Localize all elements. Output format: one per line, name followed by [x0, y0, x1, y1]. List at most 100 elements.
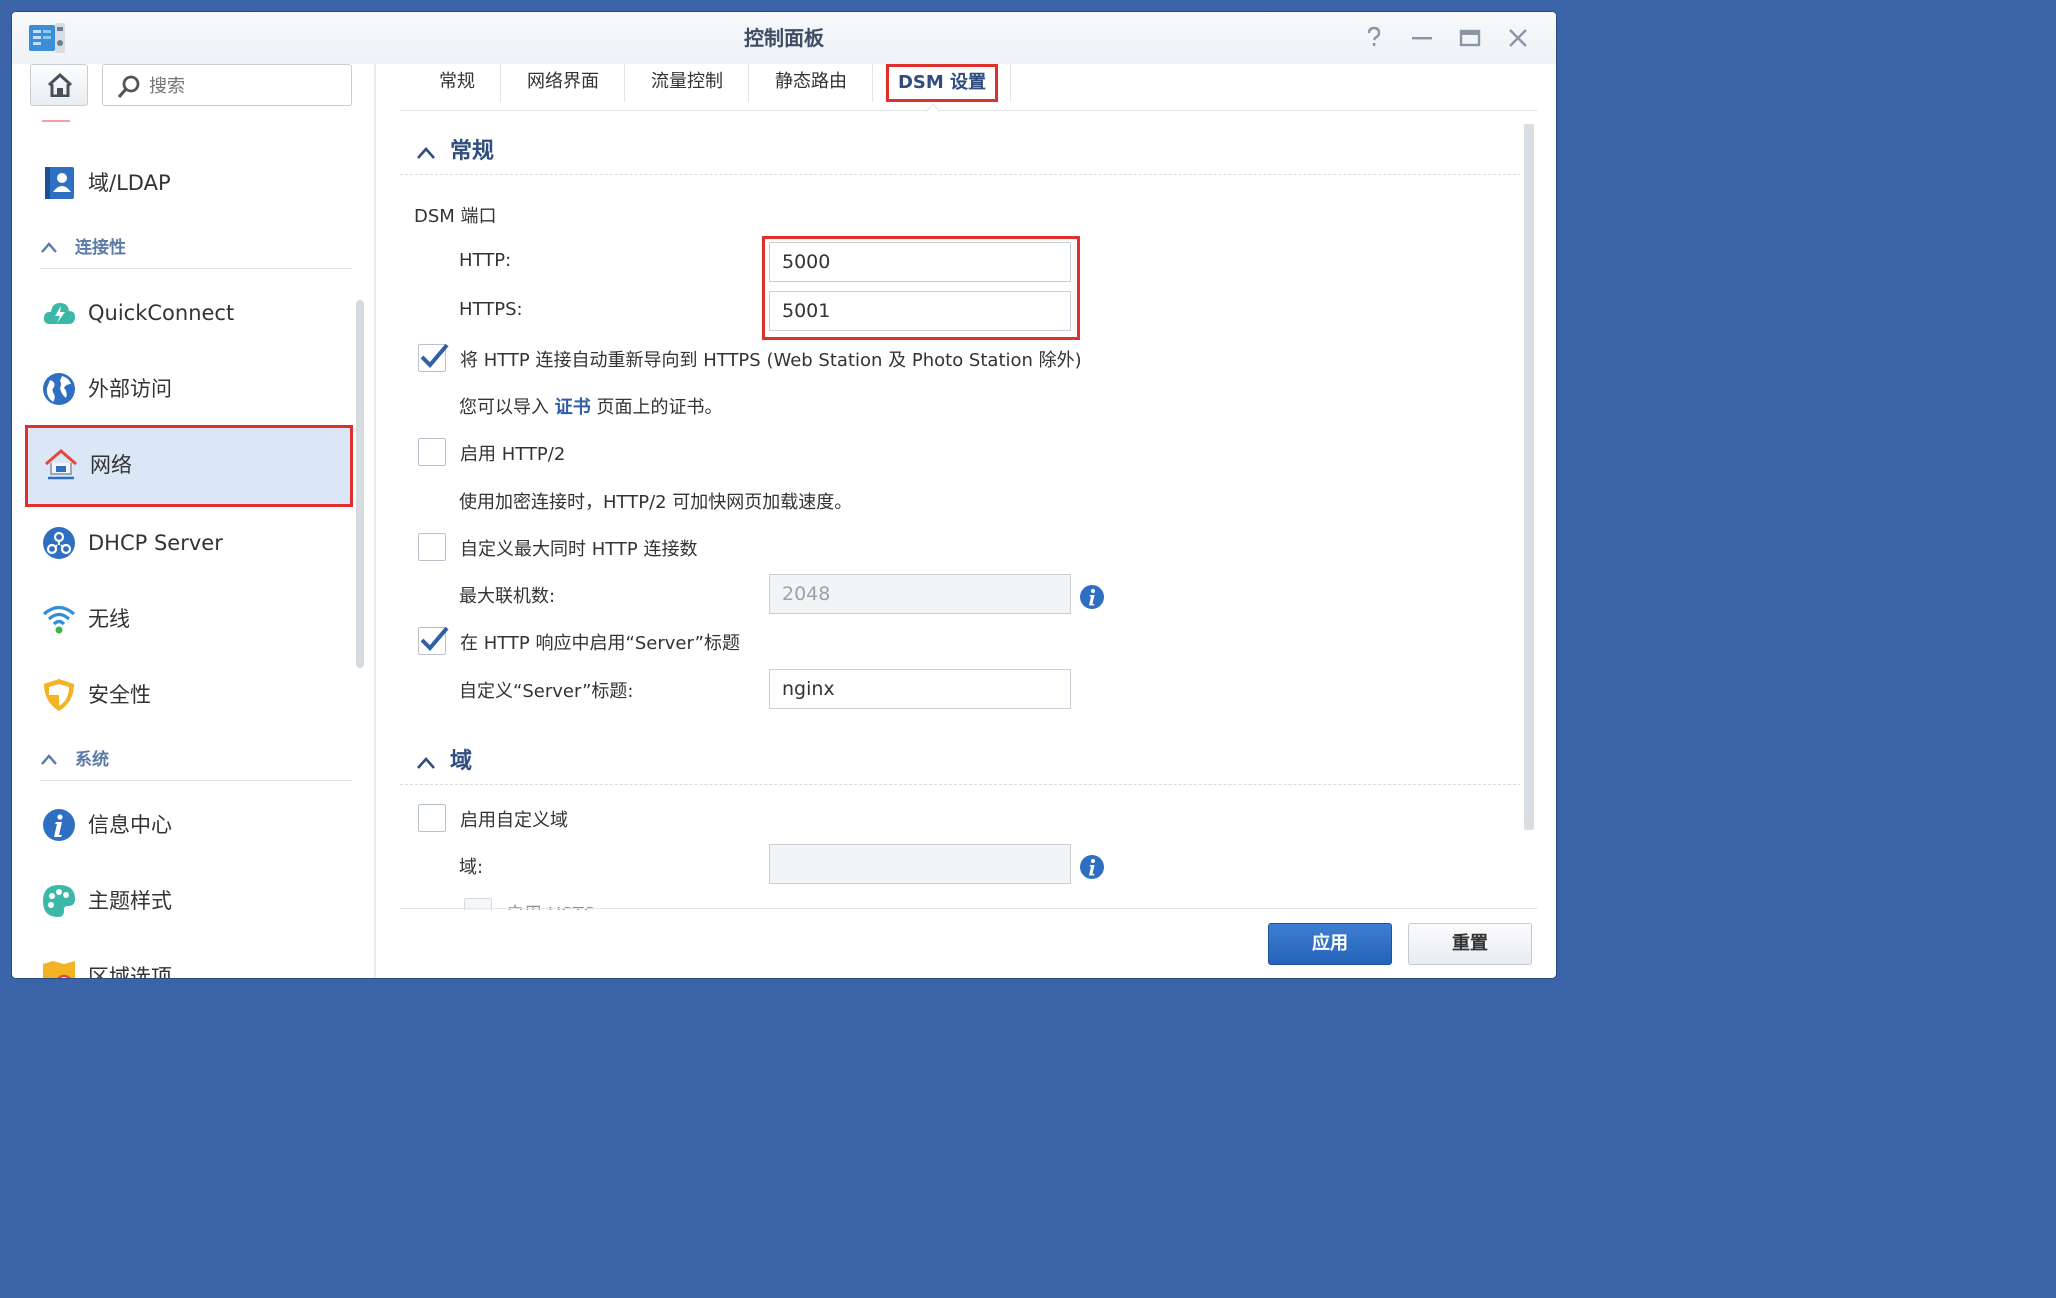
certificate-hint: 您可以导入 证书 页面上的证书。 [459, 393, 722, 419]
tab-separator [872, 64, 873, 102]
info-center-icon [43, 809, 75, 841]
dsm-port-label: DSM 端口 [414, 206, 497, 227]
chevron-up-icon [417, 757, 435, 769]
tab-general[interactable]: 常规 [412, 64, 502, 102]
http2-hint: 使用加密连接时，HTTP/2 可加快网页加载速度。 [459, 492, 853, 513]
sidebar-section-connectivity[interactable]: 连接性 [40, 228, 352, 269]
sidebar: 域/LDAP 连接性 QuickConnect 外部访问 [12, 64, 376, 978]
sidebar-item-label: 域/LDAP [88, 171, 171, 195]
max-connections-label: 最大联机数: [459, 586, 556, 607]
theme-palette-icon [43, 885, 75, 917]
scroll-marker [42, 120, 70, 122]
redirect-https-checkbox[interactable] [418, 343, 449, 372]
certificate-link[interactable]: 证书 [555, 397, 591, 418]
minimize-icon [1412, 37, 1432, 40]
control-panel-window: 控制面板 搜索 域/LDAP 连接性 QuickConnect 外部访问 网络 … [12, 12, 1556, 978]
dhcp-server-icon [43, 527, 75, 559]
enable-http2-checkbox[interactable] [418, 438, 446, 466]
quickconnect-cloud-icon [43, 303, 75, 324]
tab-separator [1010, 64, 1011, 102]
sidebar-item-info-center[interactable]: 信息中心 [26, 788, 352, 862]
tab-dsm-settings[interactable]: DSM 设置 [886, 64, 998, 102]
section-domain-header[interactable]: 域 [400, 740, 1520, 785]
sidebar-item-dhcp-server[interactable]: DHCP Server [26, 506, 352, 580]
max-connections-field[interactable]: 2048 [769, 574, 1071, 614]
sidebar-item-external-access[interactable]: 外部访问 [26, 352, 352, 426]
custom-max-connections-label: 自定义最大同时 HTTP 连接数 [460, 539, 698, 560]
sidebar-item-label: 无线 [88, 607, 130, 631]
sidebar-item-label: 安全性 [88, 683, 151, 707]
apply-button[interactable]: 应用 [1268, 923, 1392, 965]
close-button[interactable] [1504, 25, 1532, 51]
sidebar-item-label: 区域选项 [88, 965, 172, 978]
custom-server-header-field[interactable]: nginx [769, 669, 1071, 709]
domain-field[interactable] [769, 844, 1071, 884]
external-access-globe-icon [43, 373, 75, 405]
certificate-hint-suffix: 页面上的证书。 [596, 397, 723, 418]
info-icon[interactable] [1079, 584, 1105, 610]
redirect-https-label: 将 HTTP 连接自动重新导向到 HTTPS (Web Station 及 Ph… [460, 350, 1082, 371]
sidebar-item-network[interactable]: 网络 [25, 425, 353, 507]
sidebar-item-theme[interactable]: 主题样式 [26, 864, 352, 938]
tab-separator [624, 64, 625, 102]
sidebar-item-label: 信息中心 [88, 813, 172, 837]
tab-static-route[interactable]: 静态路由 [750, 64, 872, 102]
settings-content: 常规 DSM 端口 HTTP: 5000 HTTPS: 5001 将 HTTP … [400, 120, 1520, 910]
custom-domain-label: 启用自定义域 [460, 810, 568, 831]
search-input[interactable] [147, 71, 341, 101]
sidebar-item-security[interactable]: 安全性 [26, 658, 352, 732]
maximize-button[interactable] [1456, 25, 1484, 51]
active-tab-pointer [926, 103, 940, 112]
server-header-label: 在 HTTP 响应中启用“Server”标题 [460, 633, 740, 654]
home-button[interactable] [30, 64, 88, 106]
custom-max-connections-checkbox[interactable] [418, 533, 446, 561]
http-port-label: HTTP: [459, 250, 512, 271]
sidebar-item-label: 主题样式 [88, 889, 172, 913]
sidebar-section-label: 连接性 [75, 238, 126, 258]
tab-separator [748, 64, 749, 102]
custom-server-header-label: 自定义“Server”标题: [459, 681, 634, 702]
wireless-icon [42, 605, 76, 634]
certificate-hint-prefix: 您可以导入 [459, 397, 549, 418]
checkmark-icon [420, 626, 449, 651]
sidebar-scrollbar[interactable] [356, 300, 364, 668]
sidebar-item-label: DHCP Server [88, 531, 223, 555]
port-highlight [762, 236, 1080, 340]
https-port-label: HTTPS: [459, 299, 523, 320]
chevron-up-icon [41, 754, 57, 765]
close-icon [1509, 29, 1527, 47]
home-icon [47, 73, 73, 97]
footer: 应用 重置 [400, 908, 1538, 978]
sidebar-item-regional-options[interactable]: 区域选项 [26, 940, 352, 978]
security-shield-icon [44, 679, 74, 711]
reset-button[interactable]: 重置 [1408, 923, 1532, 965]
help-icon [1367, 26, 1381, 46]
content-scrollbar[interactable] [1524, 124, 1534, 830]
window-title: 控制面板 [744, 26, 824, 50]
sidebar-item-label: 网络 [90, 453, 132, 477]
sidebar-item-quickconnect[interactable]: QuickConnect [26, 276, 352, 350]
checkmark-icon [420, 343, 449, 368]
section-general-header[interactable]: 常规 [400, 130, 1520, 175]
regional-options-icon [43, 961, 75, 978]
tab-traffic-control[interactable]: 流量控制 [626, 64, 748, 102]
tab-network-interface[interactable]: 网络界面 [502, 64, 624, 102]
sidebar-item-domain-ldap[interactable]: 域/LDAP [26, 146, 352, 220]
info-icon[interactable] [1079, 854, 1105, 880]
network-house-icon [45, 449, 77, 480]
server-header-checkbox[interactable] [418, 626, 449, 655]
minimize-button[interactable] [1408, 25, 1436, 51]
section-title: 域 [450, 749, 473, 774]
sidebar-section-system[interactable]: 系统 [40, 740, 352, 781]
title-bar: 控制面板 [12, 12, 1556, 64]
section-title: 常规 [450, 139, 495, 164]
search-icon [117, 75, 140, 99]
help-button[interactable] [1360, 25, 1388, 51]
sidebar-item-wireless[interactable]: 无线 [26, 582, 352, 656]
maximize-icon [1459, 29, 1481, 47]
custom-domain-checkbox[interactable] [418, 804, 446, 832]
tab-bar: 常规 网络界面 流量控制 静态路由 DSM 设置 [400, 64, 1538, 111]
sidebar-item-label: QuickConnect [88, 301, 235, 325]
sidebar-divider [374, 64, 376, 978]
search-field[interactable] [102, 64, 352, 106]
